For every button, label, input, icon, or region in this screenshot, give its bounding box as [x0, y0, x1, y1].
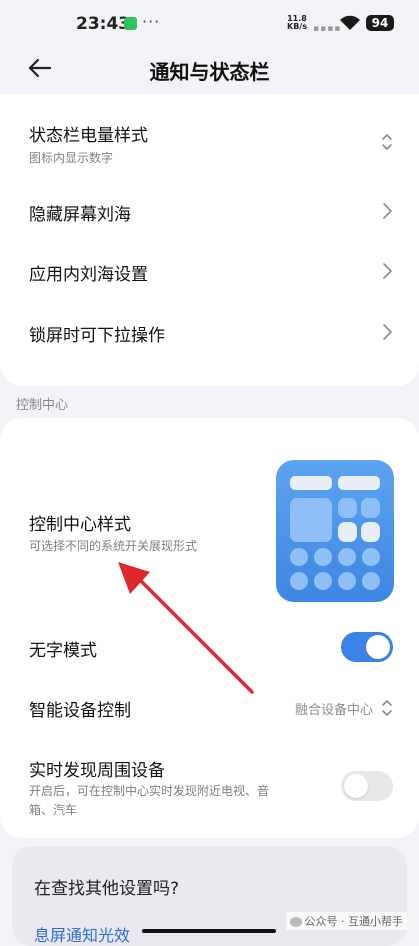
setting-row-hide-notch[interactable]: 隐藏屏幕刘海: [0, 186, 419, 236]
preview-tile: [362, 572, 380, 590]
setting-title: 控制中心样式: [29, 515, 131, 535]
section-label-control-center: 控制中心: [16, 398, 69, 413]
setting-title: 状态栏电量样式: [29, 126, 148, 146]
setting-row-battery-style[interactable]: 状态栏电量样式 图标内显示数字: [0, 114, 419, 170]
preview-tile: [338, 498, 357, 518]
chevron-right-icon: [383, 263, 392, 279]
updown-chevron-icon: [382, 700, 392, 716]
setting-row-realtime-discovery: 实时发现周围设备 开启后，可在控制中心实时发现附近电视、音 箱、汽车: [0, 754, 419, 824]
suggestion-link[interactable]: 息屏通知光效: [34, 922, 130, 946]
setting-description: 开启后，可在控制中心实时发现附近电视、音: [29, 784, 270, 798]
preview-tile: [338, 522, 357, 542]
toggle-knob: [366, 635, 390, 659]
page-title: 通知与状态栏: [149, 60, 270, 84]
wechat-notification-icon: [124, 17, 137, 30]
preview-tile: [290, 476, 332, 490]
signal-icon: ▪▪▪▪: [313, 24, 342, 34]
setting-row-app-notch[interactable]: 应用内刘海设置: [0, 246, 419, 296]
search-question: 在查找其他设置吗?: [34, 879, 180, 899]
wechat-logo-icon: [289, 917, 302, 927]
setting-title: 无字模式: [29, 641, 97, 661]
control-center-style-preview-icon[interactable]: [276, 460, 394, 602]
preview-tile: [290, 572, 308, 590]
more-notifications-icon: ···: [142, 12, 161, 31]
no-text-mode-toggle[interactable]: [341, 632, 393, 662]
page-header: 通知与状态栏: [0, 44, 419, 94]
preview-tile: [338, 572, 356, 590]
preview-tile: [361, 522, 380, 542]
status-time: 23:43: [76, 14, 131, 34]
setting-title: 锁屏时可下拉操作: [29, 326, 165, 346]
chevron-right-icon: [383, 324, 392, 340]
chevron-right-icon: [383, 203, 392, 219]
preview-tile: [338, 476, 380, 490]
network-speed: 11.8 KB/s: [287, 14, 307, 31]
preview-tile: [290, 498, 332, 542]
setting-row-no-text-mode: 无字模式: [0, 626, 419, 670]
setting-title: 实时发现周围设备: [29, 761, 165, 781]
setting-title: 应用内刘海设置: [29, 265, 148, 285]
setting-row-smart-device-control[interactable]: 智能设备控制 融合设备中心: [0, 686, 419, 730]
notification-settings-card: 状态栏电量样式 图标内显示数字 隐藏屏幕刘海 应用内刘海设置 锁屏时可下拉操作: [0, 94, 419, 386]
realtime-discovery-toggle[interactable]: [341, 771, 393, 801]
preview-tile: [290, 548, 308, 566]
preview-tile: [314, 572, 332, 590]
watermark: 公众号 · 互通小帮手: [285, 912, 407, 930]
preview-tile: [314, 548, 332, 566]
battery-icon: 94: [366, 15, 394, 31]
updown-chevron-icon: [382, 134, 392, 150]
preview-tile: [362, 548, 380, 566]
setting-title: 隐藏屏幕刘海: [29, 205, 131, 225]
preview-tile: [338, 548, 356, 566]
home-indicator[interactable]: [142, 929, 276, 933]
preview-tile: [361, 498, 380, 518]
setting-subtitle: 图标内显示数字: [29, 151, 114, 165]
setting-subtitle: 可选择不同的系统开关展现形式: [29, 539, 198, 553]
toggle-knob: [344, 774, 368, 798]
setting-description: 箱、汽车: [29, 803, 78, 817]
setting-row-lockscreen-pulldown[interactable]: 锁屏时可下拉操作: [0, 307, 419, 357]
setting-value: 融合设备中心: [294, 703, 373, 718]
setting-title: 智能设备控制: [29, 701, 131, 721]
status-bar: 23:43 ··· 11.8 KB/s ▪▪▪▪ 94: [0, 0, 419, 44]
wifi-icon: [340, 15, 360, 30]
